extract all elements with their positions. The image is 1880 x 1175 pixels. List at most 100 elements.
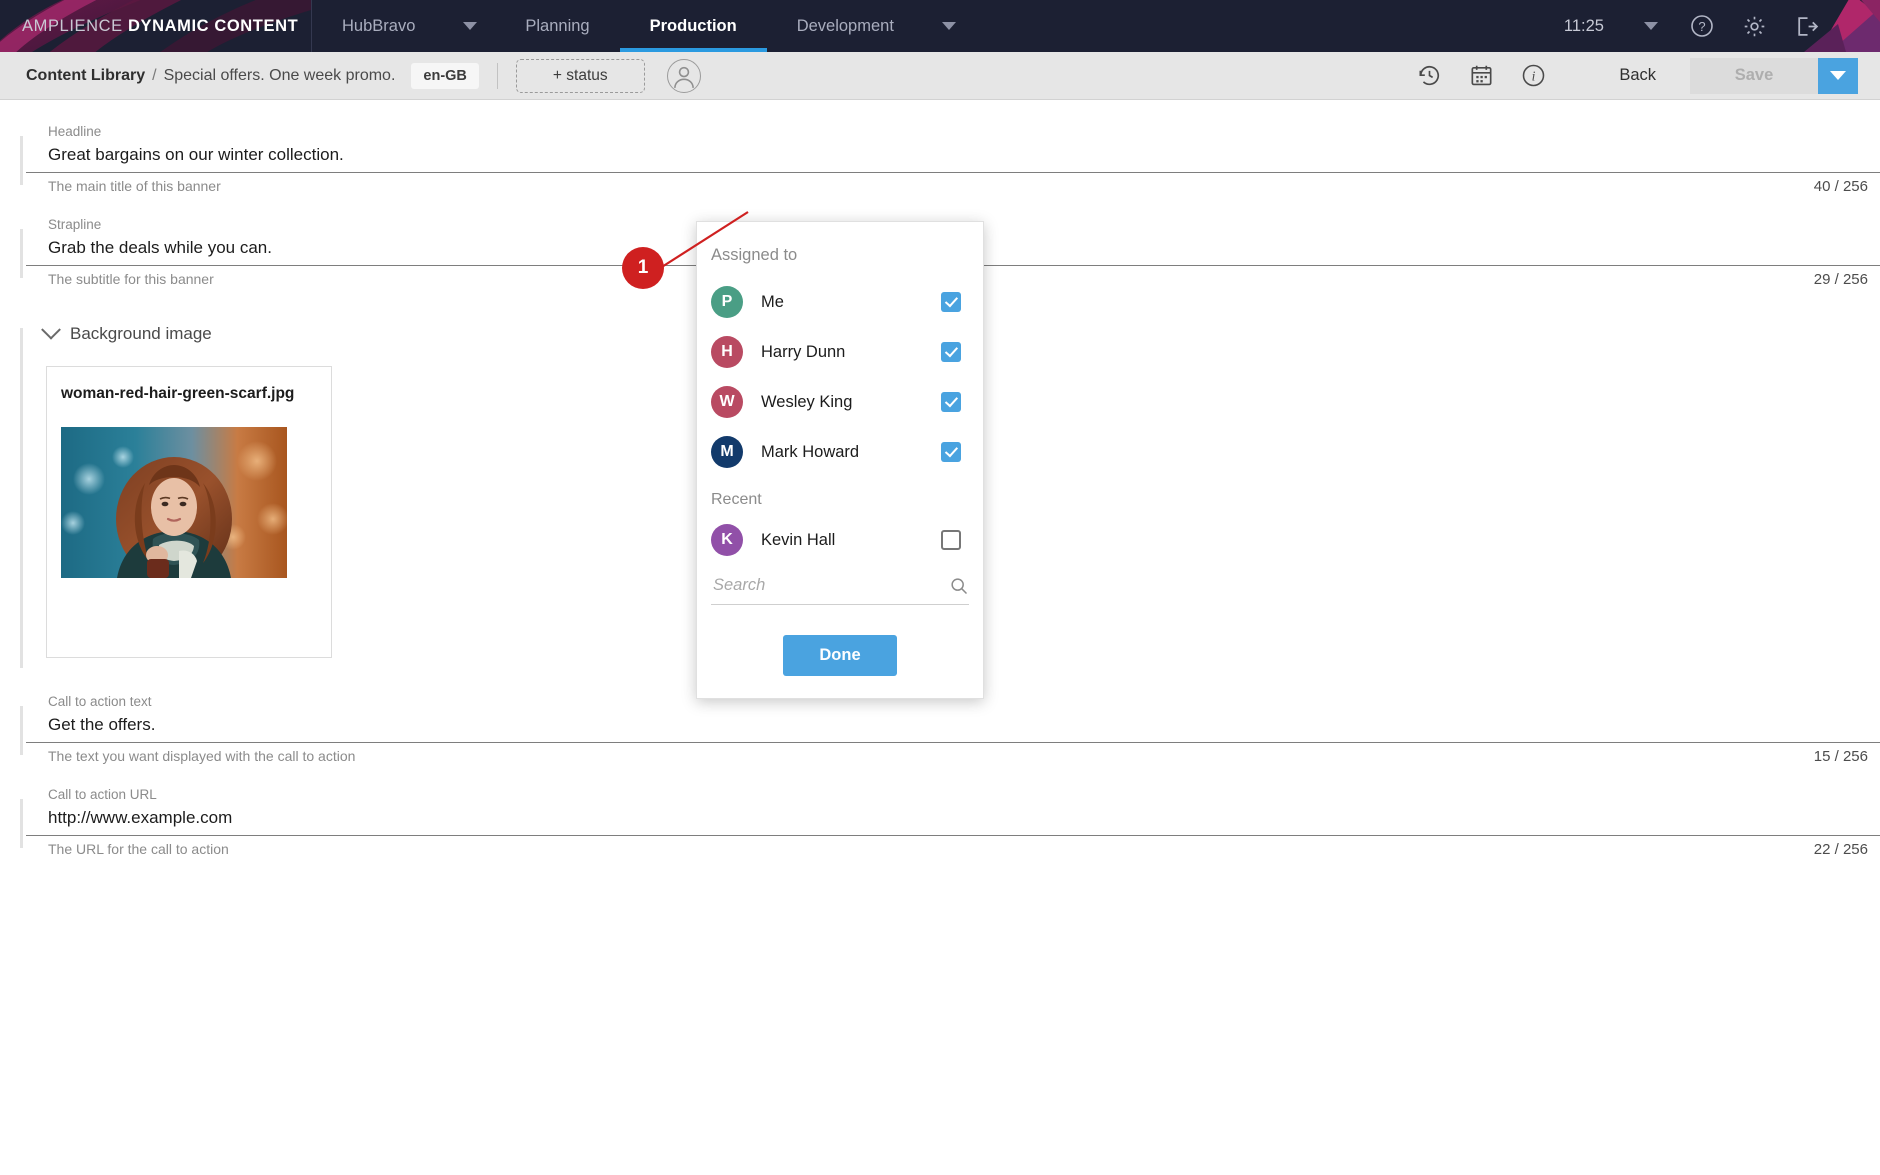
assignee-row-me[interactable]: P Me xyxy=(697,277,983,327)
breadcrumb-current: Special offers. One week promo. xyxy=(163,66,396,84)
popover-title: Assigned to xyxy=(711,246,798,264)
brand-dynamic-content: DYNAMIC CONTENT xyxy=(127,16,299,35)
nav-item-hub[interactable]: HubBravo xyxy=(312,0,445,52)
callout-badge-1: 1 xyxy=(622,247,664,289)
schedule-calendar-button[interactable] xyxy=(1455,59,1507,93)
brand-text: AMPLIENCE DYNAMIC CONTENT xyxy=(22,17,298,36)
help-button[interactable]: ? xyxy=(1676,0,1728,52)
field-headline: Headline Great bargains on our winter co… xyxy=(0,124,1880,195)
field-char-count: 40 / 256 xyxy=(1813,178,1868,195)
field-char-count: 29 / 256 xyxy=(1813,271,1868,288)
assignee-checkbox[interactable] xyxy=(941,292,961,312)
save-button-group: Save xyxy=(1690,57,1858,94)
avatar: M xyxy=(711,436,743,468)
assignee-name: Harry Dunn xyxy=(761,342,846,361)
chevron-down-icon xyxy=(463,22,478,30)
topnav-right-cluster: 11:25 ? xyxy=(1564,0,1880,52)
chevron-down-icon xyxy=(941,22,956,30)
section-title: Background image xyxy=(70,324,212,343)
assignee-checkbox[interactable] xyxy=(941,342,961,362)
search-icon[interactable] xyxy=(949,576,969,596)
avatar: W xyxy=(711,386,743,418)
save-button[interactable]: Save xyxy=(1690,57,1818,94)
headline-input[interactable]: Great bargains on our winter collection. xyxy=(26,145,1880,173)
tab-development[interactable]: Development xyxy=(767,0,924,52)
user-avatar-icon xyxy=(673,66,694,88)
popover-footer: Done xyxy=(697,635,983,676)
save-options-dropdown[interactable] xyxy=(1818,57,1858,94)
assignee-search-input[interactable] xyxy=(711,575,949,596)
chevron-down-icon xyxy=(1644,22,1658,30)
svg-text:i: i xyxy=(1531,69,1535,84)
field-help-text: The URL for the call to action xyxy=(48,841,229,857)
content-form-body: Headline Great bargains on our winter co… xyxy=(0,124,1880,1175)
logout-icon xyxy=(1797,16,1818,36)
calendar-icon xyxy=(1471,65,1492,86)
assignee-row-wesley-king[interactable]: W Wesley King xyxy=(697,377,983,427)
field-footer: The main title of this banner 40 / 256 xyxy=(26,173,1880,195)
field-input-row: Great bargains on our winter collection. xyxy=(26,145,1880,173)
background-image-card[interactable]: woman-red-hair-green-scarf.jpg xyxy=(46,366,332,658)
assignee-row-kevin-hall[interactable]: K Kevin Hall xyxy=(697,515,983,565)
help-icon: ? xyxy=(1691,15,1713,37)
field-footer: The URL for the call to action 22 / 256 xyxy=(26,836,1880,858)
info-icon: i xyxy=(1522,64,1545,87)
toolbar-actions: i Back Save xyxy=(1403,57,1858,94)
locale-chip[interactable]: en-GB xyxy=(411,62,479,89)
cta-url-input[interactable]: http://www.example.com xyxy=(26,808,1880,836)
assignee-name: Mark Howard xyxy=(761,442,860,461)
assignee-row-mark-howard[interactable]: M Mark Howard xyxy=(697,427,983,477)
assignee-checkbox[interactable] xyxy=(941,442,961,462)
brand-amplience: AMPLIENCE xyxy=(22,16,123,35)
field-help-text: The subtitle for this banner xyxy=(48,271,214,287)
image-thumbnail[interactable] xyxy=(61,427,287,578)
settings-button[interactable] xyxy=(1728,0,1780,52)
clock-label: 11:25 xyxy=(1563,16,1604,35)
back-button[interactable]: Back xyxy=(1559,66,1690,85)
done-button[interactable]: Done xyxy=(783,635,897,676)
top-navigation-bar: AMPLIENCE DYNAMIC CONTENT HubBravo Plann… xyxy=(0,0,1880,52)
tab-production[interactable]: Production xyxy=(619,0,767,52)
primary-nav: HubBravo Planning Production Development xyxy=(312,0,974,52)
assignee-checkbox[interactable] xyxy=(941,530,961,550)
field-char-count: 15 / 256 xyxy=(1813,748,1868,765)
assignee-search-row xyxy=(711,575,969,605)
field-input-row: Get the offers. xyxy=(26,715,1880,743)
toolbar-divider xyxy=(496,62,498,89)
popover-recent-title: Recent xyxy=(711,491,762,508)
info-button[interactable]: i xyxy=(1507,59,1559,93)
assignee-row-harry-dunn[interactable]: H Harry Dunn xyxy=(697,327,983,377)
gear-icon xyxy=(1744,16,1764,36)
assignee-name: Me xyxy=(761,292,784,311)
tab-planning[interactable]: Planning xyxy=(495,0,619,52)
svg-text:?: ? xyxy=(1698,19,1705,34)
field-label: Call to action URL xyxy=(48,787,157,802)
assigned-to-avatar-button[interactable] xyxy=(666,58,701,93)
revision-history-button[interactable] xyxy=(1403,59,1455,93)
image-thumbnail-graphic xyxy=(61,427,287,578)
cta-text-input[interactable]: Get the offers. xyxy=(26,715,1880,743)
brand-logo[interactable]: AMPLIENCE DYNAMIC CONTENT xyxy=(0,0,312,52)
assignee-checkbox[interactable] xyxy=(941,392,961,412)
breadcrumb-root[interactable]: Content Library xyxy=(26,67,145,85)
history-icon xyxy=(1419,65,1439,86)
field-cta-url: Call to action URL http://www.example.co… xyxy=(0,787,1880,858)
field-footer: The text you want displayed with the cal… xyxy=(26,743,1880,765)
clock-dropdown-toggle[interactable] xyxy=(1626,22,1676,30)
field-label: Headline xyxy=(48,124,102,139)
logout-button[interactable] xyxy=(1780,0,1832,52)
add-status-button[interactable]: + status xyxy=(515,58,645,93)
avatar: K xyxy=(711,524,743,556)
avatar: H xyxy=(711,336,743,368)
content-toolbar: Content Library / Special offers. One we… xyxy=(0,52,1880,100)
field-help-text: The text you want displayed with the cal… xyxy=(48,748,356,764)
chevron-down-icon xyxy=(41,319,61,340)
more-tabs-dropdown-toggle[interactable] xyxy=(924,0,974,52)
image-filename: woman-red-hair-green-scarf.jpg xyxy=(61,385,295,402)
section-rail xyxy=(20,328,23,668)
hub-dropdown-toggle[interactable] xyxy=(445,0,495,52)
field-input-row: http://www.example.com xyxy=(26,808,1880,836)
assignee-name: Kevin Hall xyxy=(761,530,836,549)
field-help-text: The main title of this banner xyxy=(48,178,221,194)
field-cta-text: Call to action text Get the offers. The … xyxy=(0,694,1880,765)
